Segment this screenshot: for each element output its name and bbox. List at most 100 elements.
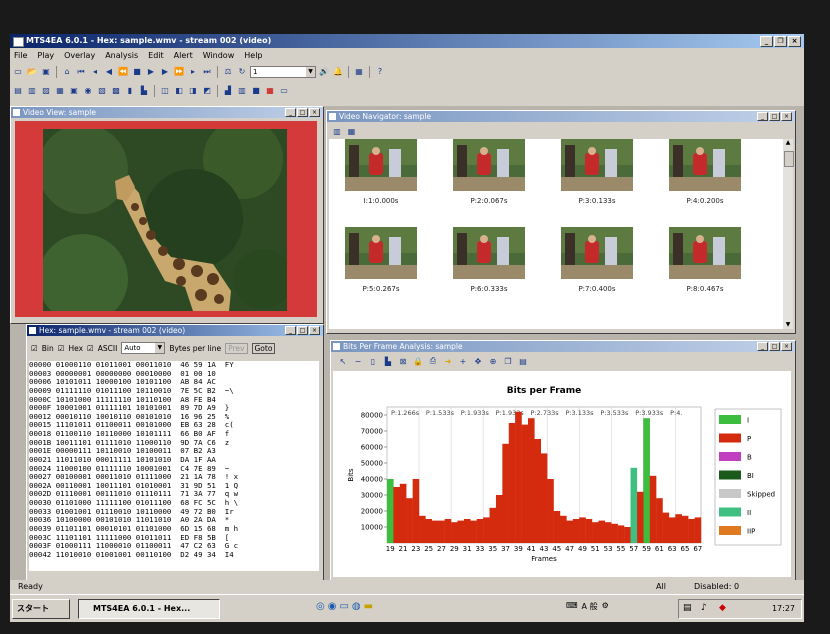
minimize-button[interactable]: _: [760, 36, 773, 47]
window-icon[interactable]: ▭: [278, 85, 290, 97]
page-icon[interactable]: ▯: [367, 355, 379, 367]
frame-thumbnail[interactable]: P:2:0.067s: [453, 139, 525, 211]
navigator-scrollbar[interactable]: ▲ ▼: [783, 139, 794, 329]
stop-icon[interactable]: ■: [131, 66, 143, 78]
help-icon[interactable]: ?: [374, 66, 386, 78]
view-picture-icon[interactable]: ▨: [40, 85, 52, 97]
move-icon[interactable]: ✥: [472, 355, 484, 367]
zoom-box-icon[interactable]: ⊠: [397, 355, 409, 367]
levels-icon[interactable]: ▥: [236, 85, 248, 97]
taskbar-app-button[interactable]: MTS4EA 6.0.1 - Hex...: [78, 599, 220, 619]
antivirus-icon[interactable]: ◆: [719, 603, 726, 613]
alert-bell-icon[interactable]: 🔔: [332, 66, 344, 78]
chart-type-icon[interactable]: ▙: [382, 355, 394, 367]
view-grid-icon[interactable]: ▦: [54, 85, 66, 97]
open-file-icon[interactable]: 📂: [26, 66, 38, 78]
close-button[interactable]: ×: [309, 326, 320, 335]
bar-graph-icon[interactable]: ▟: [222, 85, 234, 97]
frame-thumbnail[interactable]: P:5:0.267s: [345, 227, 417, 299]
hex-row[interactable]: 00042 11010010 01001001 00110100 D2 49 3…: [29, 550, 319, 560]
folder-icon[interactable]: ▬: [364, 601, 373, 612]
zoom-icon[interactable]: ⊕: [487, 355, 499, 367]
speed-select[interactable]: 1 ▼: [250, 65, 316, 78]
menu-help[interactable]: Help: [244, 50, 262, 62]
step-back-icon[interactable]: ◂: [89, 66, 101, 78]
view-slice-icon[interactable]: ▧: [96, 85, 108, 97]
overlay-d-icon[interactable]: ◩: [201, 85, 213, 97]
print-icon[interactable]: ⎙: [427, 355, 439, 367]
scroll-down-icon[interactable]: ▼: [783, 321, 793, 329]
menu-play[interactable]: Play: [37, 50, 54, 62]
close-button[interactable]: ×: [788, 36, 801, 47]
cross-icon[interactable]: +: [457, 355, 469, 367]
play-back-icon[interactable]: ◀: [103, 66, 115, 78]
frame-thumbnail[interactable]: P:3:0.133s: [561, 139, 633, 211]
rewind-icon[interactable]: ⏪: [117, 66, 129, 78]
minimize-button[interactable]: _: [285, 326, 296, 335]
menu-overlay[interactable]: Overlay: [64, 50, 95, 62]
menu-window[interactable]: Window: [203, 50, 235, 62]
maximize-button[interactable]: □: [297, 326, 308, 335]
frame-thumbnail[interactable]: P:4:0.200s: [669, 139, 741, 211]
open-folder-icon[interactable]: ⌂: [61, 66, 73, 78]
media-icon[interactable]: ◉: [328, 601, 337, 612]
network-icon[interactable]: ▤: [683, 603, 692, 613]
close-button[interactable]: ×: [781, 342, 792, 351]
last-frame-icon[interactable]: ⏭: [201, 66, 213, 78]
desktop-icon[interactable]: ▭: [339, 601, 348, 612]
volume-icon[interactable]: 🔊: [318, 66, 330, 78]
thumbnail-mode-icon[interactable]: ▥: [331, 125, 343, 137]
export-icon[interactable]: ▤: [517, 355, 529, 367]
start-button[interactable]: スタート: [12, 599, 70, 619]
frame-thumbnail[interactable]: I:1:0.000s: [345, 139, 417, 211]
color-grid-icon[interactable]: ▦: [264, 85, 276, 97]
menu-analysis[interactable]: Analysis: [105, 50, 138, 62]
view-bitrate-icon[interactable]: ▮: [124, 85, 136, 97]
goto-button[interactable]: Goto: [251, 342, 276, 354]
overlay-b-icon[interactable]: ◧: [173, 85, 185, 97]
new-file-icon[interactable]: ▭: [12, 66, 24, 78]
view-stream-icon[interactable]: ▤: [12, 85, 24, 97]
sound-icon[interactable]: ♪: [701, 603, 707, 613]
maximize-button[interactable]: □: [769, 342, 780, 351]
view-chart-icon[interactable]: ▙: [138, 85, 150, 97]
view-hex-icon[interactable]: ▥: [26, 85, 38, 97]
frame-thumbnail[interactable]: P:8:0.467s: [669, 227, 741, 299]
ie-icon[interactable]: ◎: [316, 601, 325, 612]
maximize-button[interactable]: □: [769, 112, 780, 121]
hex-checkbox[interactable]: ☑: [58, 344, 65, 353]
pointer-icon[interactable]: ↖: [337, 355, 349, 367]
view-eye-icon[interactable]: ◉: [82, 85, 94, 97]
overlay-c-icon[interactable]: ◨: [187, 85, 199, 97]
black-square-icon[interactable]: ■: [250, 85, 262, 97]
menu-edit[interactable]: Edit: [148, 50, 164, 62]
bytes-per-line-select[interactable]: Auto ▼: [121, 342, 166, 354]
browser-icon[interactable]: ◍: [352, 601, 361, 612]
bin-checkbox[interactable]: ☑: [31, 344, 38, 353]
first-frame-icon[interactable]: ⏮: [75, 66, 87, 78]
menu-file[interactable]: File: [14, 50, 27, 62]
ascii-checkbox[interactable]: ☑: [87, 344, 94, 353]
fast-forward-icon[interactable]: ⏩: [173, 66, 185, 78]
minimize-button[interactable]: _: [757, 342, 768, 351]
keyboard-icon[interactable]: ⌨: [566, 601, 578, 612]
step-forward-icon[interactable]: ▸: [187, 66, 199, 78]
save-icon[interactable]: ▣: [40, 66, 52, 78]
view-macroblock-icon[interactable]: ▩: [110, 85, 122, 97]
overlay-a-icon[interactable]: ◫: [159, 85, 171, 97]
ime-tools-icon[interactable]: ⚙: [602, 601, 609, 612]
arrow-right-icon[interactable]: ➜: [442, 355, 454, 367]
menu-alert[interactable]: Alert: [174, 50, 193, 62]
scrollbar-thumb[interactable]: [784, 151, 794, 167]
frame-thumbnail[interactable]: P:6:0.333s: [453, 227, 525, 299]
debug-icon[interactable]: ▦: [353, 66, 365, 78]
ime-mode[interactable]: A 般: [582, 601, 598, 612]
minimize-button[interactable]: _: [285, 108, 296, 117]
maximize-button[interactable]: □: [297, 108, 308, 117]
minimize-button[interactable]: _: [757, 112, 768, 121]
prev-button[interactable]: Prev: [225, 342, 248, 354]
view-hex-active-icon[interactable]: ▣: [68, 85, 80, 97]
restore-button[interactable]: ❐: [774, 36, 787, 47]
lock-icon[interactable]: 🔒: [412, 355, 424, 367]
copy-icon[interactable]: ❐: [502, 355, 514, 367]
